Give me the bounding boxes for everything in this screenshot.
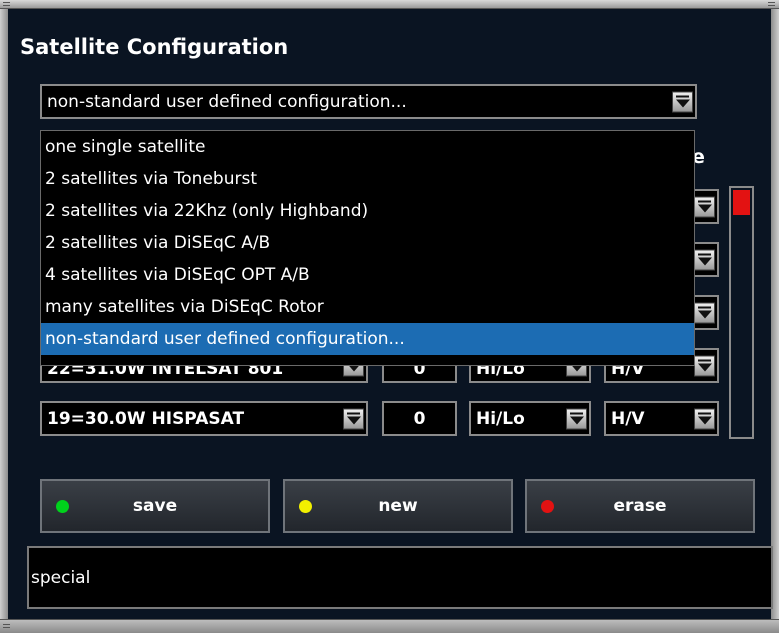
chevron-down-icon[interactable] bbox=[343, 408, 364, 429]
chevron-down-icon[interactable] bbox=[694, 249, 715, 270]
satellite-select[interactable]: 19=30.0W HISPASAT bbox=[40, 401, 368, 436]
window-left-border bbox=[0, 9, 8, 619]
new-button-label: new bbox=[378, 496, 418, 516]
window-top-bar[interactable] bbox=[0, 0, 779, 9]
erase-button-label: erase bbox=[613, 496, 667, 516]
chevron-down-icon[interactable] bbox=[694, 196, 715, 217]
status-bar: special bbox=[27, 546, 773, 609]
red-dot-icon bbox=[541, 499, 554, 513]
page-title: Satellite Configuration bbox=[20, 35, 289, 59]
dropdown-option[interactable]: one single satellite bbox=[41, 131, 694, 163]
configuration-mode-dropdown[interactable]: one single satellite 2 satellites via To… bbox=[40, 130, 695, 366]
chevron-down-icon[interactable] bbox=[694, 302, 715, 323]
chevron-down-icon[interactable] bbox=[672, 91, 693, 112]
new-button[interactable]: new bbox=[283, 479, 513, 533]
value-field[interactable]: 0 bbox=[382, 401, 457, 436]
dropdown-option[interactable]: 4 satellites via DiSEqC OPT A/B bbox=[41, 259, 694, 291]
window-bottom-bar[interactable] bbox=[0, 619, 779, 633]
window-grip-icon bbox=[3, 2, 10, 6]
window-right-border bbox=[771, 9, 779, 619]
dropdown-option[interactable]: many satellites via DiSEqC Rotor bbox=[41, 291, 694, 323]
band-select[interactable]: Hi/Lo bbox=[469, 401, 591, 436]
chevron-down-icon[interactable] bbox=[694, 408, 715, 429]
window-grip-icon bbox=[3, 624, 10, 628]
signal-level-fill bbox=[733, 190, 750, 215]
configuration-mode-select[interactable]: non-standard user defined configuration.… bbox=[40, 84, 697, 119]
chevron-down-icon[interactable] bbox=[694, 355, 715, 376]
status-text: special bbox=[31, 567, 91, 588]
signal-level-meter bbox=[729, 186, 754, 439]
configuration-mode-value: non-standard user defined configuration.… bbox=[47, 91, 407, 112]
satellite-value: 19=30.0W HISPASAT bbox=[47, 408, 245, 429]
dropdown-option-selected[interactable]: non-standard user defined configuration.… bbox=[41, 323, 694, 355]
dropdown-option[interactable]: 2 satellites via DiSEqC A/B bbox=[41, 227, 694, 259]
save-button-label: save bbox=[132, 496, 178, 516]
save-button[interactable]: save bbox=[40, 479, 270, 533]
window-grip-icon bbox=[768, 2, 775, 6]
erase-button[interactable]: erase bbox=[525, 479, 755, 533]
chevron-down-icon[interactable] bbox=[566, 408, 587, 429]
dropdown-option[interactable]: 2 satellites via 22Khz (only Highband) bbox=[41, 195, 694, 227]
yellow-dot-icon bbox=[299, 499, 312, 513]
polarity-select[interactable]: H/V bbox=[604, 401, 719, 436]
green-dot-icon bbox=[56, 499, 69, 513]
dropdown-option[interactable]: 2 satellites via Toneburst bbox=[41, 163, 694, 195]
